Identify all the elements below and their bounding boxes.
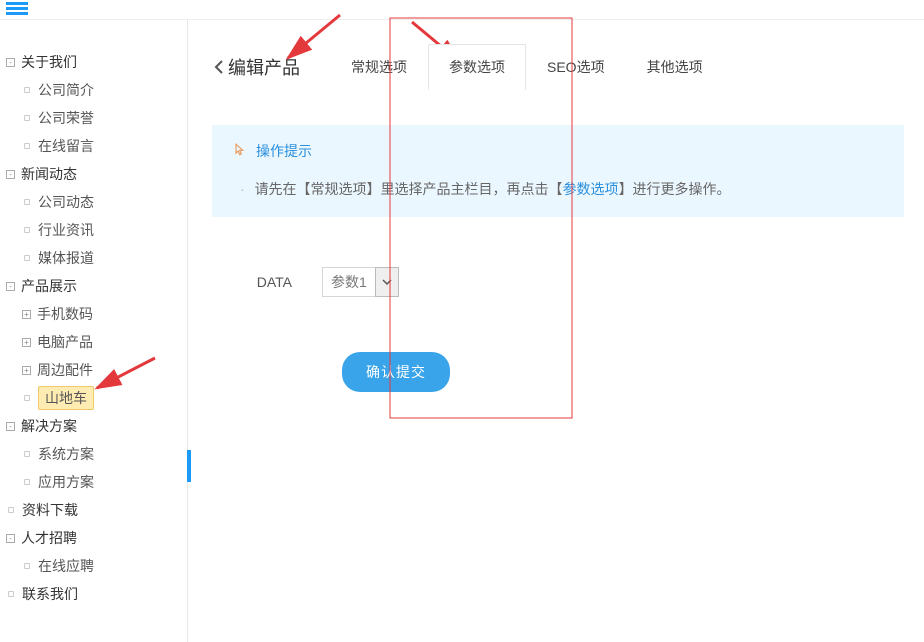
collapse-icon[interactable]: - (6, 282, 15, 291)
page-title: 编辑产品 (228, 54, 300, 80)
sidebar-item-13[interactable]: -解决方案 (0, 412, 187, 440)
sidebar-item-1[interactable]: 公司简介 (0, 76, 187, 104)
sidebar-item-label: 电脑产品 (37, 332, 93, 352)
bullet-icon (24, 143, 30, 149)
bullet-icon (24, 395, 30, 401)
sidebar-item-label: 人才招聘 (21, 528, 77, 548)
sidebar-item-label: 手机数码 (37, 304, 93, 324)
sidebar-item-8[interactable]: -产品展示 (0, 272, 187, 300)
back-button[interactable]: 编辑产品 (212, 54, 300, 80)
sidebar-item-11[interactable]: + 周边配件 (0, 356, 187, 384)
bullet-icon (24, 479, 30, 485)
sidebar-item-6[interactable]: 行业资讯 (0, 216, 187, 244)
sidebar-item-label: 系统方案 (38, 444, 94, 464)
bullet-icon (24, 87, 30, 93)
sidebar-item-3[interactable]: 在线留言 (0, 132, 187, 160)
sidebar-item-label: 山地车 (38, 386, 94, 410)
sidebar-item-5[interactable]: 公司动态 (0, 188, 187, 216)
sidebar-item-label: 解决方案 (21, 416, 77, 436)
collapse-icon[interactable]: - (6, 170, 15, 179)
chevron-left-icon (212, 58, 226, 76)
sidebar-item-2[interactable]: 公司荣誉 (0, 104, 187, 132)
sidebar-item-12[interactable]: 山地车 (0, 384, 187, 412)
sidebar-item-label: 产品展示 (21, 276, 77, 296)
sidebar-item-label: 在线留言 (38, 136, 94, 156)
expand-icon[interactable]: + (22, 338, 31, 347)
menu-toggle-icon[interactable] (6, 0, 28, 17)
tab-2[interactable]: SEO选项 (526, 44, 626, 90)
sidebar-item-label: 行业资讯 (38, 220, 94, 240)
tabs: 常规选项参数选项SEO选项其他选项 (330, 44, 724, 90)
sidebar-item-label: 媒体报道 (38, 248, 94, 268)
bullet-icon (24, 563, 30, 569)
submit-button[interactable]: 确认提交 (342, 352, 450, 392)
sidebar-item-label: 关于我们 (21, 52, 77, 72)
collapse-icon[interactable]: - (6, 534, 15, 543)
tip-text: 请先在【常规选项】里选择产品主栏目，再点击【参数选项】进行更多操作。 (230, 179, 886, 199)
expand-icon[interactable]: + (22, 366, 31, 375)
bullet-icon (8, 591, 14, 597)
sidebar-item-15[interactable]: 应用方案 (0, 468, 187, 496)
sidebar-item-label: 公司荣誉 (38, 108, 94, 128)
collapse-icon[interactable]: - (6, 422, 15, 431)
sidebar: -关于我们公司简介公司荣誉在线留言-新闻动态公司动态行业资讯媒体报道-产品展示+… (0, 20, 188, 642)
sidebar-item-10[interactable]: + 电脑产品 (0, 328, 187, 356)
bullet-icon (8, 507, 14, 513)
data-field-label: DATA (212, 274, 322, 290)
sidebar-item-label: 周边配件 (37, 360, 93, 380)
tab-1[interactable]: 参数选项 (428, 44, 526, 90)
collapse-icon[interactable]: - (6, 58, 15, 67)
tip-link[interactable]: 参数选项 (563, 181, 619, 197)
expand-icon[interactable]: + (22, 310, 31, 319)
sidebar-item-label: 在线应聘 (38, 556, 94, 576)
tab-3[interactable]: 其他选项 (626, 44, 724, 90)
sidebar-item-16[interactable]: 资料下载 (0, 496, 187, 524)
sidebar-item-4[interactable]: -新闻动态 (0, 160, 187, 188)
bullet-icon (24, 255, 30, 261)
sidebar-item-18[interactable]: 在线应聘 (0, 552, 187, 580)
sidebar-item-9[interactable]: + 手机数码 (0, 300, 187, 328)
sidebar-item-19[interactable]: 联系我们 (0, 580, 187, 608)
sidebar-item-label: 公司动态 (38, 192, 94, 212)
sidebar-item-0[interactable]: -关于我们 (0, 48, 187, 76)
param-select[interactable]: 参数1 (322, 267, 399, 297)
pointer-icon (230, 142, 248, 160)
select-value: 参数1 (322, 267, 375, 297)
tip-heading: 操作提示 (256, 141, 312, 161)
bullet-icon (24, 199, 30, 205)
sidebar-item-14[interactable]: 系统方案 (0, 440, 187, 468)
sidebar-item-label: 公司简介 (38, 80, 94, 100)
sidebar-item-label: 新闻动态 (21, 164, 77, 184)
sidebar-item-label: 联系我们 (22, 584, 78, 604)
sidebar-item-label: 应用方案 (38, 472, 94, 492)
chevron-down-icon[interactable] (375, 267, 399, 297)
sidebar-item-label: 资料下载 (22, 500, 78, 520)
tip-panel: 操作提示 请先在【常规选项】里选择产品主栏目，再点击【参数选项】进行更多操作。 (212, 125, 904, 217)
bullet-icon (24, 451, 30, 457)
sidebar-item-17[interactable]: -人才招聘 (0, 524, 187, 552)
sidebar-item-7[interactable]: 媒体报道 (0, 244, 187, 272)
bullet-icon (24, 227, 30, 233)
bullet-icon (24, 115, 30, 121)
tab-0[interactable]: 常规选项 (330, 44, 428, 90)
